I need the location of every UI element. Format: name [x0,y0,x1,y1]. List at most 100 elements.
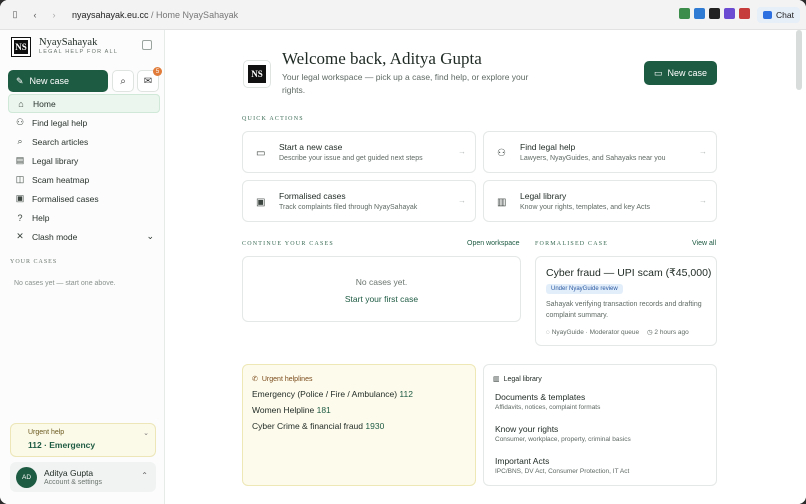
quick-action-find-legal-help[interactable]: ⚇ Find legal help Lawyers, NyayGuides, and… [483,131,717,173]
arrow-right-icon: → [458,196,466,205]
chat-icon [763,11,773,19]
page-subtitle: Your legal workspace — pick up a case, f… [282,72,529,95]
extension-icon[interactable] [694,8,705,19]
sidebar-item-label: Legal library [32,155,79,166]
library-item-title[interactable]: Know your rights [495,424,558,434]
sidebar-item-help[interactable]: ? Help [8,208,160,227]
library-item-title[interactable]: Documents & templates [495,392,585,402]
formalised-heading: FORMALISED CASE [535,241,609,247]
user-menu[interactable]: AD Aditya Gupta Account & settings ⌃ [10,462,156,492]
address-bar[interactable]: nyaysahayak.eu.cc / Home NyaySahayak [72,10,238,20]
urgent-help-value: 112 · Emergency [28,440,96,450]
search-icon: ⌕ [17,136,23,146]
sidebar-item-clash-mode[interactable]: ✕ Clash mode ⌄ [8,227,160,246]
helplines-heading: ✆ Urgent helplines [252,376,313,383]
library-heading: ▥ Legal library [493,376,542,383]
legal-library-card: ▥ Legal library Documents & templates Affi… [483,364,717,486]
search-button[interactable]: ⌕ [112,70,134,92]
helplines-card: ✆ Urgent helplines Emergency (Police / Fi… [242,364,476,486]
continue-cases-card: No cases yet. Start your first case [242,256,521,322]
extension-icons [679,8,750,19]
helpline-number[interactable]: 112 [399,389,413,399]
chat-button[interactable]: Chat [757,7,800,23]
extension-icon[interactable] [739,8,750,19]
chevron-down-icon: ⌄ [146,231,154,241]
inbox-button[interactable]: ✉ 5 [137,67,162,92]
chat-icon: ▭ [653,67,663,78]
header-new-case-button[interactable]: ▭ New case [644,61,717,85]
sidebar-item-formalised-cases[interactable]: ▣ Formalised cases [8,189,160,208]
case-meta: ◌ NyayGuide · Moderator queue ◷ 2 hours … [546,329,689,336]
clock-icon: ◷ [646,329,653,336]
helpline-label: Cyber Crime & financial fraud [252,421,364,431]
helpline-label: Women Helpline [252,405,315,415]
helpline-number[interactable]: 1930 [365,421,384,431]
sidebar-item-label: Clash mode [32,231,78,242]
arrow-right-icon: → [699,196,707,205]
sidebar-item-search-articles[interactable]: ⌕ Search articles [8,132,160,151]
quick-action-formalised-cases[interactable]: ▣ Formalised cases Track complaints filed … [242,180,476,222]
case-title: Cyber fraud — UPI scam (₹45,000) [546,267,712,279]
case-description: Sahayak verifying transaction records an… [546,301,702,319]
browser-window: ▯ ‹ › nyaysahayak.eu.cc / Home NyaySahay… [0,0,806,504]
sidebar-item-label: Home [33,98,56,109]
sidebar: NS NyaySahayak LEGAL HELP FOR ALL ✎ New … [0,30,165,504]
scrollbar[interactable] [796,30,802,90]
extension-icon[interactable] [679,8,690,19]
inbox-badge: 5 [153,67,162,76]
your-cases-empty: No cases yet — start one above. [14,280,116,287]
edit-icon: ✎ [16,75,24,86]
forward-icon[interactable]: › [46,7,62,23]
library-item-title[interactable]: Important Acts [495,456,549,466]
collapse-sidebar-icon[interactable] [142,40,152,50]
library-item-desc: Consumer, workplace, property, criminal … [495,436,631,443]
people-icon: ⚇ [497,148,506,159]
book-icon: ▥ [497,197,507,208]
sidebar-item-label: Scam heatmap [32,174,90,185]
logo-icon: NS [248,65,266,83]
extension-icon[interactable] [709,8,720,19]
book-icon: ▤ [15,155,25,165]
sidebar-item-find-legal-help[interactable]: ⚇ Find legal help [8,113,160,132]
sidebar-item-home[interactable]: ⌂ Home [8,94,160,113]
logo-icon: NS [11,37,31,57]
quick-action-desc: Track complaints filed through NyaySahay… [279,204,418,211]
start-first-case-link[interactable]: Start your first case [243,294,520,304]
quick-action-start-a-new-case[interactable]: ▭ Start a new case Describe your issue and… [242,131,476,173]
phone-icon: ✆ [252,376,258,383]
helpline-row[interactable]: Emergency (Police / Fire / Ambulance) 11… [252,389,413,399]
archive-icon: ▣ [15,193,25,203]
main-content: NS Welcome back, Aditya Gupta Your legal… [166,30,806,504]
sidebar-item-legal-library[interactable]: ▤ Legal library [8,151,160,170]
view-all-link[interactable]: View all [692,240,716,247]
brand-tagline: LEGAL HELP FOR ALL [39,49,119,55]
quick-action-legal-library[interactable]: ▥ Legal library Know your rights, template… [483,180,717,222]
back-icon[interactable]: ‹ [27,7,43,23]
person-icon: ⚇ [15,117,25,127]
map-icon: ◫ [15,174,25,184]
extension-icon[interactable] [724,8,735,19]
sidebar-item-label: Help [32,212,50,223]
helpline-row[interactable]: Cyber Crime & financial fraud 1930 [252,421,384,431]
open-workspace-link[interactable]: Open workspace [467,240,520,247]
swords-icon: ✕ [16,231,24,241]
home-icon: ⌂ [18,98,24,109]
quick-action-title: Formalised cases [279,191,346,201]
formalised-case-card[interactable]: Cyber fraud — UPI scam (₹45,000) Under N… [535,256,717,346]
quick-action-desc: Know your rights, templates, and key Act… [520,204,650,211]
brand-name: NyaySahayak [39,37,98,48]
helpline-row[interactable]: Women Helpline 181 [252,405,331,415]
chevron-down-icon: ⌄ [143,430,149,437]
book-icon: ▥ [493,376,500,383]
page-title: Welcome back, Aditya Gupta [282,49,482,68]
new-case-button[interactable]: ✎ New case [8,70,108,92]
your-cases-heading: YOUR CASES [10,259,58,265]
helpline-number[interactable]: 181 [317,405,331,415]
inbox-icon: ✉ [143,75,153,87]
sidebar-toggle-icon[interactable]: ▯ [7,7,23,23]
continue-heading: CONTINUE YOUR CASES [242,241,334,247]
sidebar-item-scam-heatmap[interactable]: ◫ Scam heatmap [8,170,160,189]
urgent-help-card[interactable]: Urgent help ⌄ 112 · Emergency [10,423,156,457]
user-name: Aditya Gupta [44,468,94,478]
avatar: AD [16,467,37,488]
